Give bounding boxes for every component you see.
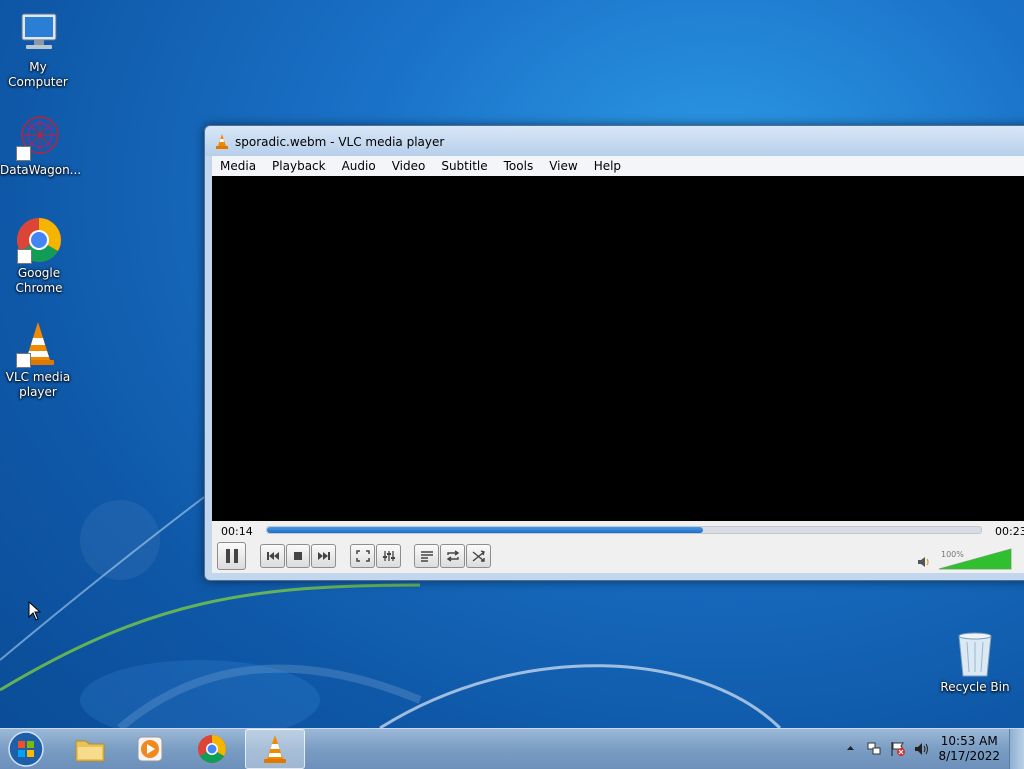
start-button[interactable] (0, 730, 52, 767)
vlc-window[interactable]: sporadic.webm - VLC media player Media Pl… (204, 125, 1024, 581)
pause-button[interactable] (217, 542, 246, 570)
clock-date: 8/17/2022 (938, 749, 1000, 763)
equalizer-icon (382, 551, 395, 561)
desktop-icon-label: VLC media player (5, 370, 71, 399)
shortcut-arrow-icon (16, 146, 31, 161)
taskbar-google-chrome[interactable] (184, 730, 240, 767)
previous-button[interactable] (260, 544, 285, 568)
desktop-icon-datawagon[interactable]: DataWagon... (0, 113, 81, 178)
windows-start-icon (8, 730, 44, 767)
next-button[interactable] (311, 544, 336, 568)
network-icon[interactable] (866, 741, 882, 757)
show-desktop-button[interactable] (1009, 729, 1024, 769)
vlc-cone-icon (14, 320, 62, 368)
desktop-icon-label: My Computer (8, 60, 68, 89)
vlc-cone-icon (264, 735, 286, 763)
speaker-icon[interactable] (917, 556, 931, 568)
vlc-controls: 00:14 00:23 100% (212, 521, 1024, 573)
taskbar-vlc-media-player[interactable] (245, 729, 305, 769)
fullscreen-icon (355, 550, 370, 562)
vlc-window-title: sporadic.webm - VLC media player (235, 135, 445, 149)
recycle-bin-icon (951, 630, 999, 678)
menu-playback[interactable]: Playback (264, 156, 334, 175)
mouse-cursor-icon (28, 601, 42, 621)
desktop-icon-recycle-bin[interactable]: Recycle Bin (937, 630, 1013, 695)
stop-button[interactable] (286, 544, 310, 568)
menu-help[interactable]: Help (586, 156, 629, 175)
time-elapsed: 00:14 (221, 525, 253, 538)
loop-button[interactable] (440, 544, 465, 568)
action-center-flag-icon[interactable] (890, 741, 906, 757)
extended-settings-button[interactable] (376, 544, 401, 568)
clock-time: 10:53 AM (940, 734, 998, 748)
shuffle-icon (472, 550, 485, 562)
menu-subtitle[interactable]: Subtitle (433, 156, 495, 175)
desktop-icon-my-computer[interactable]: My Computer (0, 10, 76, 90)
media-player-icon (137, 736, 163, 761)
skip-next-icon (317, 552, 330, 560)
skip-previous-icon (266, 552, 279, 560)
desktop-icon-label: Recycle Bin (940, 680, 1010, 694)
chrome-icon (15, 216, 63, 264)
taskbar-file-explorer[interactable] (62, 730, 118, 767)
desktop-icon-google-chrome[interactable]: Google Chrome (0, 216, 78, 296)
shortcut-arrow-icon (16, 353, 31, 368)
shortcut-arrow-icon (17, 249, 32, 264)
menu-view[interactable]: View (541, 156, 585, 175)
chrome-icon (198, 734, 226, 763)
desktop-icon-label: Google Chrome (15, 266, 63, 295)
menu-tools[interactable]: Tools (496, 156, 542, 175)
menu-media[interactable]: Media (212, 156, 264, 175)
folder-icon (75, 740, 105, 761)
taskbar-windows-media-player[interactable] (122, 730, 178, 767)
vlc-cone-icon (216, 134, 228, 149)
playlist-button[interactable] (414, 544, 439, 568)
datawagon-icon (14, 113, 62, 161)
video-area[interactable] (212, 176, 1024, 521)
time-total: 00:23 (995, 525, 1024, 538)
pause-icon (225, 549, 238, 563)
fullscreen-button[interactable] (350, 544, 375, 568)
shuffle-button[interactable] (466, 544, 491, 568)
playlist-icon (420, 551, 433, 562)
loop-icon (446, 550, 459, 562)
seek-bar-fill (267, 527, 703, 533)
seek-bar[interactable] (266, 526, 982, 534)
computer-icon (14, 10, 62, 58)
desktop-icon-vlc[interactable]: VLC media player (0, 320, 76, 400)
taskbar: 10:53 AM 8/17/2022 (0, 728, 1024, 769)
desktop-icon-label: DataWagon... (0, 163, 82, 177)
menu-audio[interactable]: Audio (334, 156, 384, 175)
vlc-title-bar[interactable]: sporadic.webm - VLC media player (205, 126, 1024, 156)
taskbar-clock[interactable]: 10:53 AM 8/17/2022 (938, 734, 1000, 764)
volume-slider[interactable] (938, 548, 1012, 570)
menu-video[interactable]: Video (384, 156, 434, 175)
show-hidden-icons-arrow-icon[interactable] (846, 745, 855, 751)
stop-icon (294, 552, 302, 560)
volume-tray-icon[interactable] (914, 741, 930, 757)
vlc-menu-bar: Media Playback Audio Video Subtitle Tools View… (212, 156, 1024, 177)
